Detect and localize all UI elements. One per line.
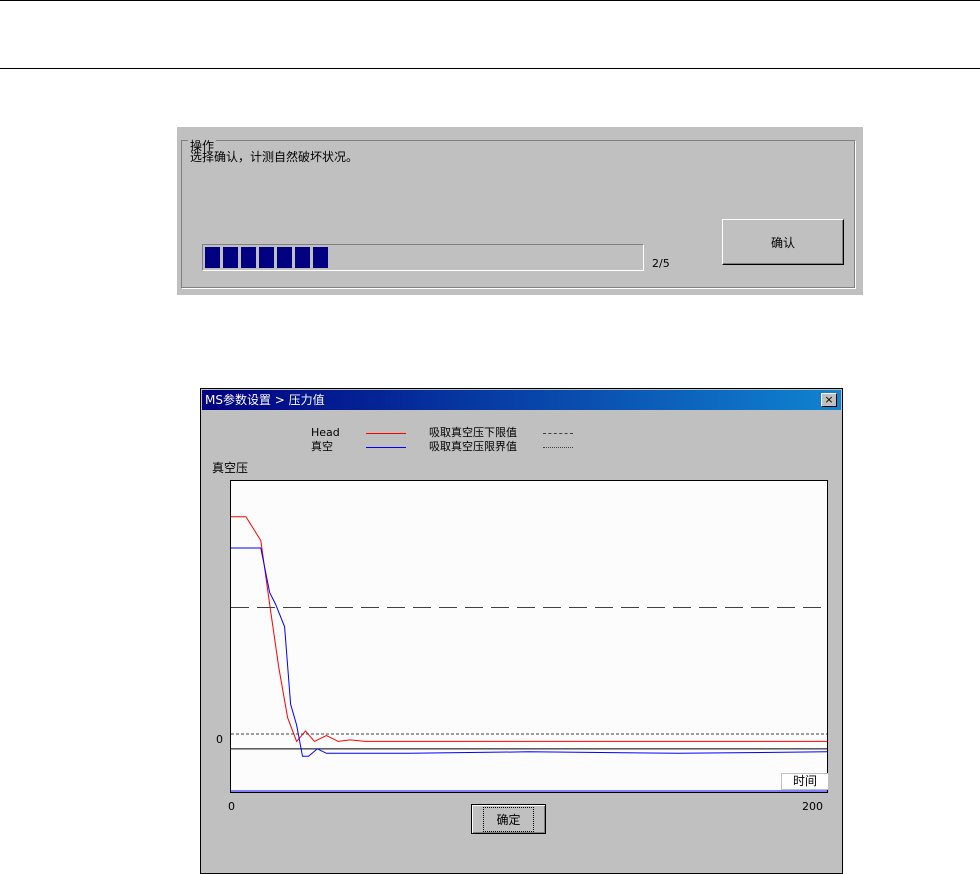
x-tick-end: 200 xyxy=(802,800,823,813)
operation-group: 操作 选择确认，计测自然破坏状况。 2/5 确认 xyxy=(181,140,855,288)
legend-lower-limit-line xyxy=(543,433,573,434)
pressure-chart: 时间 xyxy=(230,480,829,793)
x-axis-label: 时间 xyxy=(781,773,829,790)
legend-lower-limit-label: 吸取真空压下限值 xyxy=(429,426,517,439)
header-divider xyxy=(0,68,980,69)
dialog-confirm-button[interactable]: 确定 xyxy=(471,804,546,834)
progress-block xyxy=(241,247,256,268)
progress-block xyxy=(313,247,328,268)
dialog-titlebar: MS参数设置 > 压力值 × xyxy=(202,390,841,410)
progress-count: 2/5 xyxy=(652,257,670,270)
legend-limit-label: 吸取真空压限界值 xyxy=(429,440,517,453)
legend-head-line xyxy=(366,433,406,434)
dialog-title: MS参数设置 > 压力值 xyxy=(205,393,325,407)
progress-block xyxy=(295,247,310,268)
top-rule xyxy=(0,0,980,1)
progress-block xyxy=(223,247,238,268)
x-tick-start: 0 xyxy=(228,800,235,813)
dialog-confirm-label: 确定 xyxy=(483,806,534,832)
operation-panel: 操作 选择确认，计测自然破坏状况。 2/5 确认 xyxy=(177,127,863,295)
legend-vacuum-label: 真空 xyxy=(311,440,333,453)
confirm-button[interactable]: 确认 xyxy=(722,219,844,265)
chart-svg xyxy=(231,516,827,792)
progress-block xyxy=(205,247,220,268)
operation-instruction: 选择确认，计测自然破坏状况。 xyxy=(190,150,359,164)
y-axis-label: 真空压 xyxy=(212,461,249,475)
legend-vacuum-line xyxy=(366,447,406,448)
progress-block xyxy=(277,247,292,268)
legend-head-label: Head xyxy=(311,426,340,439)
series-vacuum-line xyxy=(231,547,827,757)
pressure-dialog: MS参数设置 > 压力值 × Head 真空 吸取真空压下限值 吸取真空压限界值… xyxy=(200,388,843,874)
series-head-line xyxy=(231,516,827,743)
progress-fill xyxy=(205,247,645,268)
progress-bar xyxy=(202,244,644,271)
close-icon[interactable]: × xyxy=(821,393,837,407)
y-tick-zero: 0 xyxy=(216,733,223,746)
progress-block xyxy=(259,247,274,268)
legend-limit-line xyxy=(543,447,573,448)
